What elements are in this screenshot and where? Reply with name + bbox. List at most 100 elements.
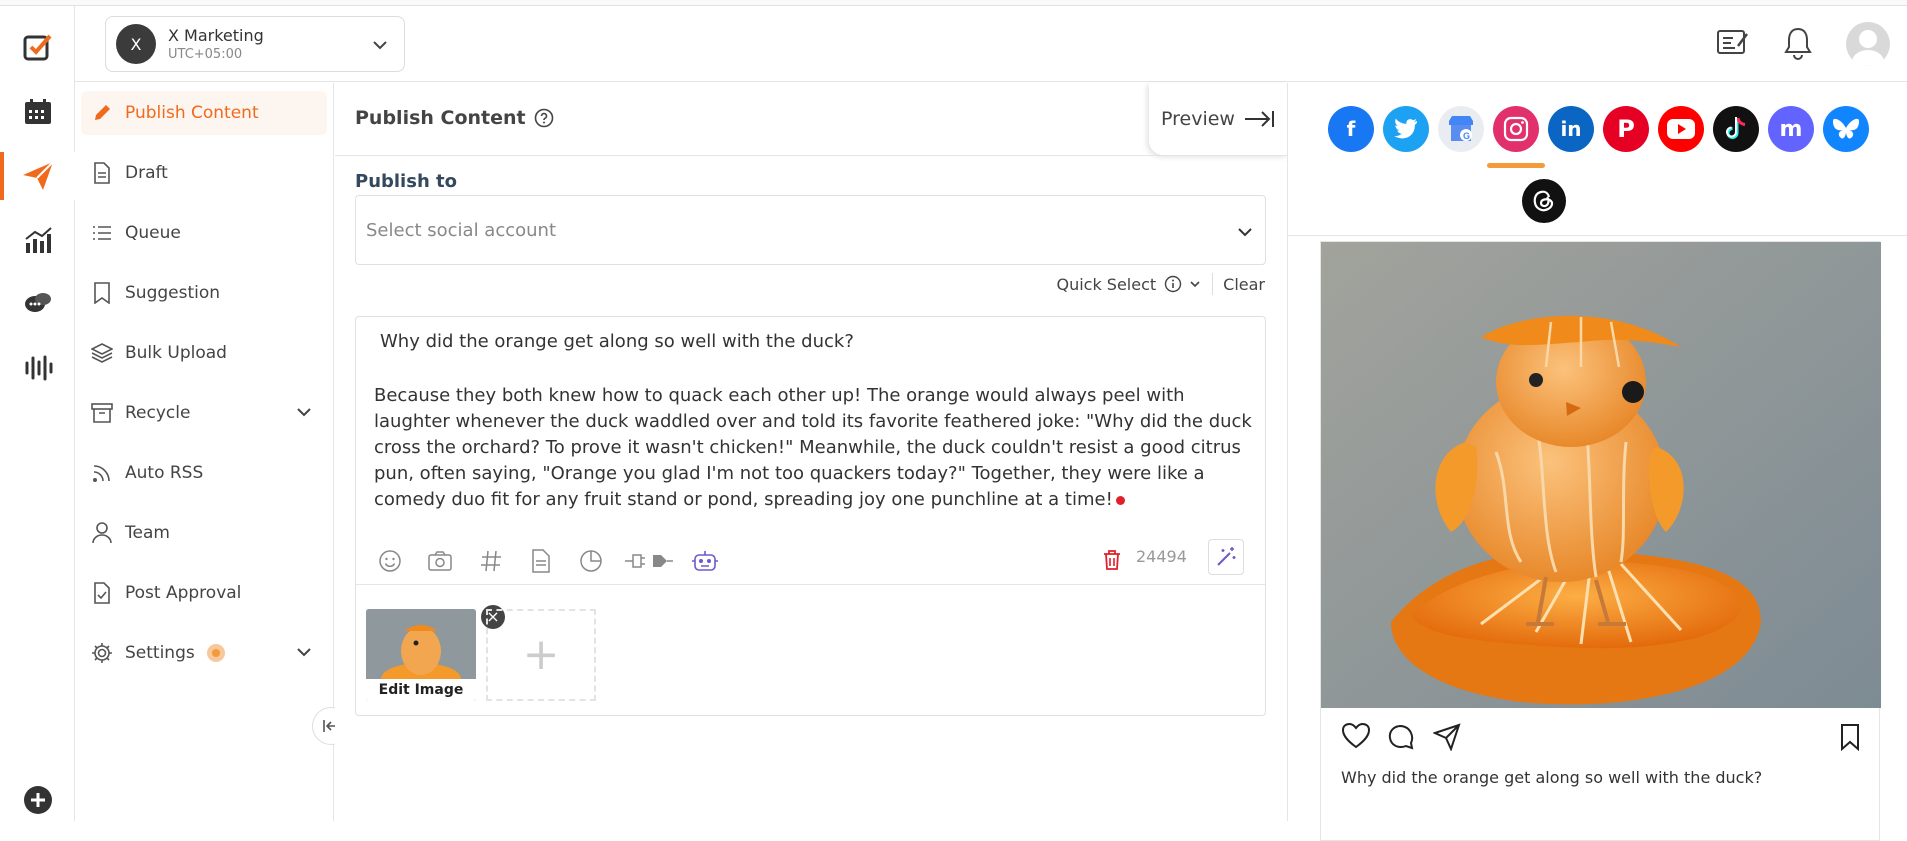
audio-wave-icon[interactable] <box>0 344 75 392</box>
selected-network-indicator <box>1487 163 1545 168</box>
notes-icon[interactable] <box>1716 26 1750 60</box>
svg-text:G: G <box>1463 131 1470 141</box>
quick-select-dropdown[interactable]: Quick Select <box>1056 275 1202 294</box>
instagram-icon[interactable] <box>1493 106 1539 152</box>
trash-icon[interactable] <box>1102 549 1122 571</box>
sidebar-item-bulk-upload[interactable]: Bulk Upload <box>81 331 327 375</box>
pencil-icon <box>91 102 113 124</box>
chevron-down-icon <box>1190 281 1200 288</box>
sidebar-item-suggestion[interactable]: Suggestion <box>81 271 327 315</box>
media-thumbnail[interactable]: Edit Image <box>366 609 476 701</box>
sidebar-item-post-approval[interactable]: Post Approval <box>81 571 327 615</box>
tiktok-icon[interactable] <box>1713 106 1759 152</box>
plug-connector-icon[interactable] <box>623 549 675 573</box>
composer-panel: Publish Content Preview Publish to Selec… <box>335 83 1287 821</box>
app-logo-icon[interactable] <box>0 24 75 72</box>
divider <box>1288 235 1907 236</box>
post-actions <box>1341 722 1861 754</box>
bell-icon[interactable] <box>1782 26 1814 60</box>
hashtag-icon[interactable] <box>479 549 503 573</box>
chevron-down-icon <box>373 41 387 50</box>
youtube-icon[interactable] <box>1658 106 1704 152</box>
document-icon[interactable] <box>530 549 552 573</box>
emoji-icon[interactable] <box>378 549 402 573</box>
plus-icon: + <box>522 629 560 680</box>
workspace-avatar: X <box>116 24 156 64</box>
magic-wand-icon <box>1217 547 1236 566</box>
sidebar-item-queue[interactable]: Queue <box>81 211 327 255</box>
info-icon <box>1164 275 1182 293</box>
sidebar-item-publish-content[interactable]: Publish Content <box>81 91 327 135</box>
editor-toolbar: 24494 <box>356 535 1265 585</box>
add-media-button[interactable]: + <box>486 609 596 701</box>
layers-icon <box>91 342 113 364</box>
sidebar-item-label: Recycle <box>125 403 191 423</box>
bluesky-icon[interactable] <box>1823 106 1869 152</box>
send-icon[interactable] <box>1433 723 1461 751</box>
analytics-icon[interactable] <box>0 216 75 264</box>
linkedin-icon[interactable]: in <box>1548 106 1594 152</box>
robot-icon[interactable] <box>691 549 719 573</box>
social-account-select[interactable]: Select social account <box>355 195 1266 265</box>
sidebar-item-label: Bulk Upload <box>125 343 227 363</box>
user-avatar[interactable] <box>1846 22 1890 66</box>
sidebar-item-team[interactable]: Team <box>81 511 327 555</box>
orange-duck-image <box>1321 242 1881 708</box>
list-icon <box>91 222 113 244</box>
post-editor: Why did the orange get along so well wit… <box>355 316 1266 716</box>
character-count: 24494 <box>1136 547 1187 566</box>
document-icon <box>91 162 113 184</box>
page-title: Publish Content <box>355 107 554 129</box>
sidebar-item-label: Suggestion <box>125 283 221 303</box>
comment-icon[interactable] <box>1387 723 1415 751</box>
sidebar-item-recycle[interactable]: Recycle <box>81 391 327 435</box>
post-caption: Why did the orange get along so well wit… <box>1341 768 1763 787</box>
facebook-icon[interactable]: f <box>1328 106 1374 152</box>
clear-button[interactable]: Clear <box>1223 275 1265 294</box>
preview-panel: f G in P m Why did the orange get along … <box>1287 83 1907 841</box>
add-circle-icon[interactable] <box>0 776 75 824</box>
sidebar: Publish Content Draft Queue Suggestion B… <box>75 83 334 821</box>
account-select-placeholder: Select social account <box>366 219 557 241</box>
ai-assist-button[interactable] <box>1208 539 1244 575</box>
divider <box>335 155 1287 156</box>
sidebar-item-label: Team <box>125 523 170 543</box>
chevron-down-icon <box>1238 228 1252 237</box>
publish-paper-plane-icon[interactable] <box>0 152 75 200</box>
twitter-icon[interactable] <box>1383 106 1429 152</box>
google-business-icon[interactable]: G <box>1438 106 1484 152</box>
sidebar-item-draft[interactable]: Draft <box>81 151 327 195</box>
threads-icon[interactable] <box>1522 179 1566 223</box>
file-check-icon <box>91 582 113 604</box>
camera-icon[interactable] <box>427 549 453 573</box>
calendar-icon[interactable] <box>0 88 75 136</box>
workspace-timezone: UTC+05:00 <box>168 47 243 62</box>
chevron-down-icon <box>297 408 311 417</box>
pie-chart-icon[interactable] <box>579 549 603 573</box>
sidebar-item-auto-rss[interactable]: Auto RSS <box>81 451 327 495</box>
sidebar-item-label: Queue <box>125 223 181 243</box>
post-text-body[interactable]: Because they both knew how to quack each… <box>374 383 1254 513</box>
quick-select-label: Quick Select <box>1056 274 1157 294</box>
sidebar-item-label: Auto RSS <box>125 463 204 483</box>
bookmark-icon <box>91 282 113 304</box>
post-text-first-line[interactable]: Why did the orange get along so well wit… <box>380 331 854 352</box>
edit-image-button[interactable]: Edit Image <box>366 679 476 701</box>
save-bookmark-icon[interactable] <box>1839 723 1861 751</box>
instagram-post-preview: Why did the orange get along so well wit… <box>1320 241 1881 841</box>
sidebar-item-label: Draft <box>125 163 168 183</box>
post-image <box>1321 242 1881 708</box>
publish-to-label: Publish to <box>355 171 457 192</box>
app-rail <box>0 6 75 821</box>
pinterest-icon[interactable]: P <box>1603 106 1649 152</box>
mastodon-icon[interactable]: m <box>1768 106 1814 152</box>
preview-toggle-button[interactable]: Preview <box>1149 83 1287 155</box>
preview-label: Preview <box>1161 108 1235 130</box>
heart-icon[interactable] <box>1341 722 1371 750</box>
workspace-selector[interactable]: X X Marketing UTC+05:00 <box>105 16 405 72</box>
chevron-down-icon <box>297 648 311 657</box>
settings-notification-badge <box>206 644 225 662</box>
sidebar-item-settings[interactable]: Settings <box>81 631 327 675</box>
help-icon[interactable] <box>534 108 554 128</box>
chat-bubbles-icon[interactable] <box>0 280 75 328</box>
